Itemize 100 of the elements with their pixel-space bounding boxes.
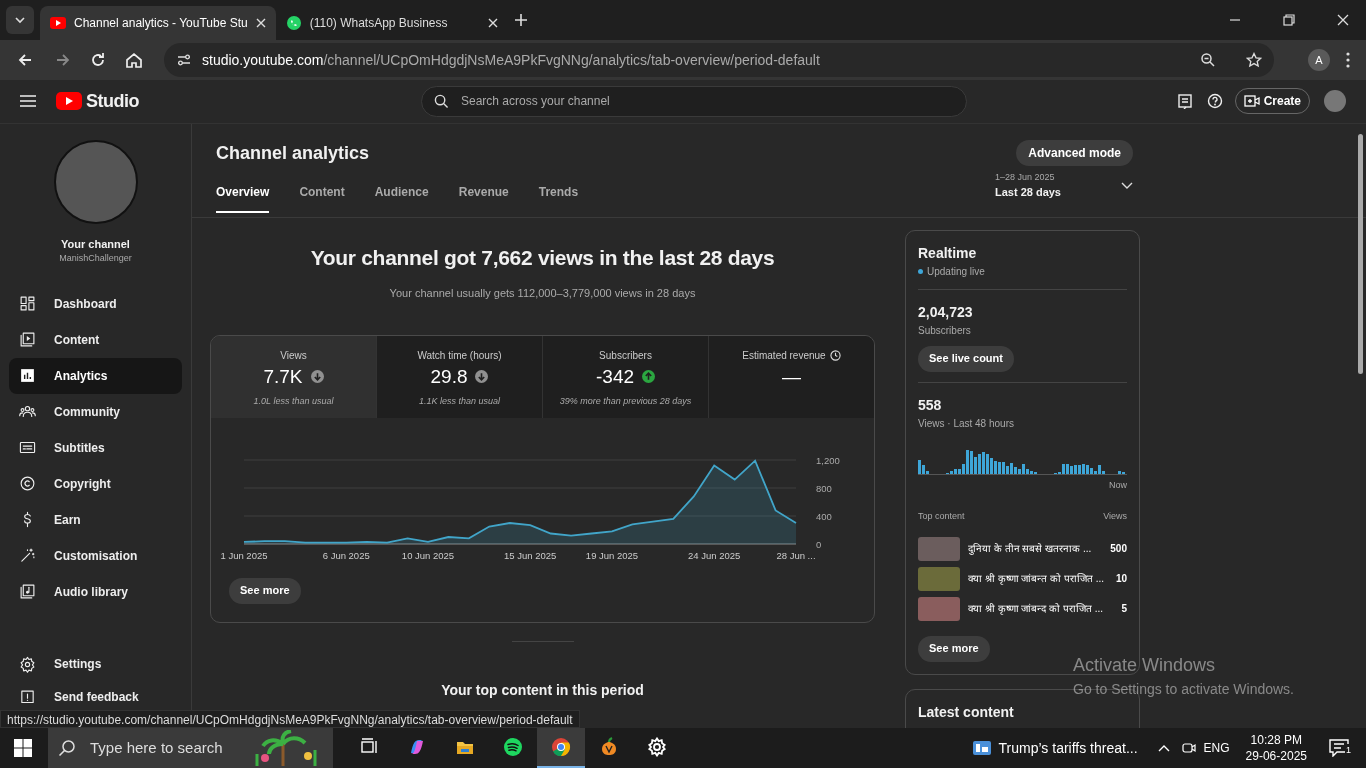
copyright-icon bbox=[19, 475, 36, 493]
language-indicator[interactable]: ENG bbox=[1203, 739, 1230, 757]
metric-label: Views bbox=[280, 348, 307, 363]
sidebar-item[interactable]: Community bbox=[9, 393, 182, 430]
sidebar-item[interactable]: Dashboard bbox=[9, 285, 182, 322]
sidebar-item[interactable]: Send feedback bbox=[9, 682, 182, 712]
x-axis-label: 10 Jun 2025 bbox=[401, 549, 455, 561]
help-icon[interactable] bbox=[1206, 93, 1223, 110]
metric-label: Subscribers bbox=[599, 348, 652, 363]
card-title: Latest content bbox=[918, 702, 1015, 722]
activation-title: Activate Windows bbox=[1073, 654, 1217, 677]
home-icon[interactable] bbox=[124, 50, 144, 71]
metric-tab[interactable]: Estimated revenue — bbox=[709, 335, 874, 418]
more-menu-icon[interactable] bbox=[1346, 52, 1350, 69]
sidebar-item[interactable]: Subtitles bbox=[9, 429, 182, 466]
news-widget[interactable]: Trump’s tariffs threat... bbox=[972, 737, 1138, 759]
camera-icon[interactable] bbox=[1181, 741, 1196, 755]
top-content-row[interactable]: क्या श्री कृष्णा जांबन्त को पराजित ... 10 bbox=[918, 563, 1127, 594]
browser-tab[interactable]: (110) WhatsApp Business bbox=[275, 6, 508, 40]
video-stack-icon bbox=[19, 331, 36, 349]
page-title: Channel analytics bbox=[216, 141, 370, 165]
x-axis-label: 28 Jun ... bbox=[776, 549, 816, 561]
scrollbar-thumb[interactable] bbox=[1358, 133, 1363, 374]
url-text: studio.youtube.com/channel/UCpOmHdgdjNsMeA9PkFvgNNg/analytics/tab-overview/period-default bbox=[202, 50, 821, 70]
star-icon[interactable] bbox=[1246, 52, 1262, 69]
sidebar-item[interactable]: Analytics bbox=[9, 357, 182, 394]
subscriber-count: 2,04,723 bbox=[918, 302, 974, 322]
live-status: Updating live bbox=[927, 264, 985, 279]
sidebar-item[interactable]: Settings bbox=[9, 646, 182, 682]
card-title: Realtime bbox=[918, 243, 978, 263]
search-icon bbox=[434, 94, 449, 109]
x-axis-label: 19 Jun 2025 bbox=[585, 549, 639, 561]
live-count-button[interactable]: See live count bbox=[918, 345, 1014, 372]
chat-bubble-icon bbox=[285, 15, 302, 31]
account-avatar[interactable] bbox=[1324, 90, 1346, 113]
clock[interactable]: 10:28 PM 29-06-2025 bbox=[1245, 731, 1307, 765]
analytics-tab[interactable]: Overview bbox=[216, 182, 270, 213]
metric-tab[interactable]: Subscribers -342 39% more than previous 28 days bbox=[543, 335, 709, 418]
live-dot bbox=[918, 268, 923, 274]
tab-search-button[interactable] bbox=[6, 6, 34, 34]
metric-tab[interactable]: Watch time (hours) 29.8 1.1K less than usual bbox=[377, 335, 543, 418]
sidebar-item[interactable]: Content bbox=[9, 321, 182, 358]
taskbar-app-button[interactable] bbox=[537, 728, 585, 768]
top-content-row[interactable]: दुनिया के तीन सबसे खतरनाक ... 500 bbox=[918, 533, 1127, 564]
section-heading: Your top content in this period bbox=[441, 680, 644, 700]
zoom-icon[interactable] bbox=[1200, 52, 1216, 69]
analytics-tab[interactable]: Content bbox=[299, 182, 345, 213]
close-icon[interactable] bbox=[255, 18, 266, 28]
stat-label: Views · Last 48 hours bbox=[918, 416, 1015, 431]
date-range-picker[interactable]: 1–28 Jun 2025 Last 28 days bbox=[994, 170, 1133, 201]
notification-button[interactable]: 1 bbox=[1329, 739, 1352, 757]
sidebar-item[interactable]: Copyright bbox=[9, 465, 182, 502]
play-logo-icon bbox=[50, 17, 66, 29]
video-title: क्या श्री कृष्णा जांबन्त को पराजित ... bbox=[968, 572, 1105, 587]
close-icon[interactable] bbox=[487, 18, 498, 28]
metric-note: 1.1K less than usual bbox=[417, 395, 502, 409]
metric-value: 29.8 bbox=[430, 364, 468, 389]
dashboard-icon bbox=[19, 295, 36, 313]
metric-note: 1.0L less than usual bbox=[252, 395, 335, 409]
metric-label: Estimated revenue bbox=[742, 348, 826, 363]
advanced-mode-button[interactable]: Advanced mode bbox=[1016, 140, 1133, 167]
see-more-button[interactable]: See more bbox=[229, 577, 301, 604]
profile-button[interactable]: A bbox=[1308, 49, 1330, 72]
analytics-tab[interactable]: Audience bbox=[374, 182, 429, 213]
feedback-icon bbox=[19, 688, 36, 706]
sidebar-item[interactable]: Customisation bbox=[9, 537, 182, 574]
top-content-row[interactable]: क्या श्री कृष्णा जांबन्द को पराजित ... 5 bbox=[918, 593, 1127, 624]
news-icon bbox=[972, 740, 991, 756]
search-field[interactable]: Search across your channel bbox=[421, 86, 967, 117]
close-icon[interactable] bbox=[1336, 13, 1350, 27]
studio-logo[interactable]: Studio bbox=[56, 88, 139, 115]
down-arrow-icon bbox=[475, 370, 489, 384]
y-axis-label: 0 bbox=[816, 538, 822, 550]
metric-tab[interactable]: Views 7.7K 1.0L less than usual bbox=[211, 335, 377, 418]
menu-icon[interactable] bbox=[20, 95, 36, 108]
browser-tab[interactable]: Channel analytics - YouTube Stu bbox=[40, 6, 276, 40]
x-axis-label: 6 Jun 2025 bbox=[322, 549, 370, 561]
sidebar-item[interactable]: Audio library bbox=[9, 573, 182, 610]
gear-icon bbox=[647, 737, 667, 757]
address-bar[interactable]: studio.youtube.com/channel/UCpOmHdgdjNsMeA9PkFvgNNg/analytics/tab-overview/period-default bbox=[164, 43, 1274, 78]
summary-subline: Your channel usually gets 112,000–3,779,000 views in 28 days bbox=[389, 286, 696, 302]
taskbar-search-field[interactable]: Type here to search bbox=[48, 728, 333, 768]
restore-icon[interactable] bbox=[1282, 13, 1296, 27]
metric-value: -342 bbox=[596, 364, 634, 389]
sidebar-item[interactable]: Earn bbox=[9, 501, 182, 538]
windows-logo-icon[interactable] bbox=[14, 739, 32, 757]
y-axis-label: 1,200 bbox=[816, 454, 840, 466]
message-icon[interactable] bbox=[1176, 93, 1193, 110]
spotify-icon bbox=[503, 737, 523, 757]
column-header: Top content bbox=[918, 510, 965, 524]
analytics-tab[interactable]: Revenue bbox=[458, 182, 509, 213]
thumbnail-placeholder bbox=[918, 566, 960, 591]
axis-label: Now bbox=[1108, 478, 1127, 492]
channel-title: Your channel bbox=[60, 236, 131, 252]
chevron-up-icon[interactable] bbox=[1157, 744, 1170, 752]
see-more-button[interactable]: See more bbox=[918, 635, 990, 662]
thumbnail-placeholder bbox=[918, 536, 960, 561]
analytics-tab[interactable]: Trends bbox=[538, 182, 579, 213]
new-tab-icon[interactable] bbox=[513, 13, 528, 27]
column-header: Views bbox=[1103, 510, 1127, 524]
